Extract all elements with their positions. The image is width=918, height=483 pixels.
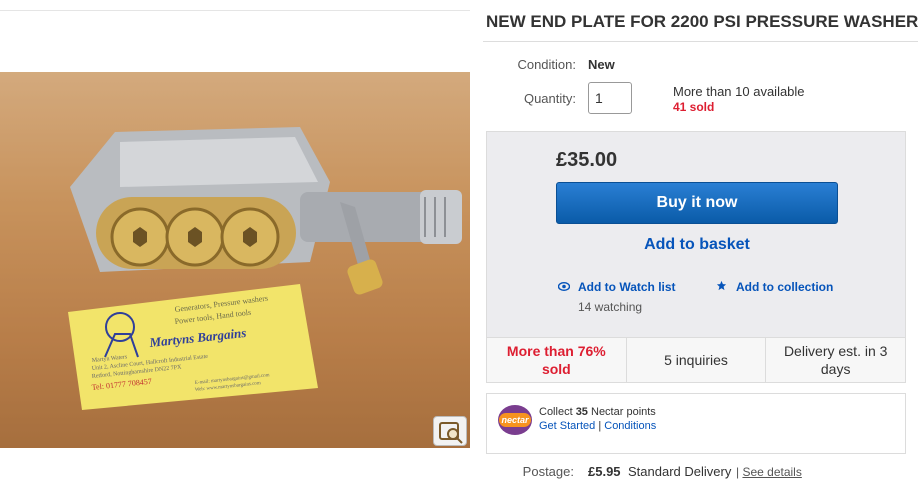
divider: [483, 41, 918, 42]
get-started-link[interactable]: Get Started: [539, 420, 595, 432]
collection-label: Add to collection: [736, 280, 834, 294]
watch-list-label: Add to Watch list: [578, 280, 676, 294]
sold-count[interactable]: 41 sold: [673, 100, 714, 114]
quantity-label: Quantity:: [523, 91, 576, 106]
condition-label: Condition:: [517, 57, 576, 72]
product-photo[interactable]: Generators, Pressure washers Power tools…: [0, 72, 470, 448]
watching-count: 14 watching: [578, 300, 643, 314]
zoom-icon[interactable]: [433, 416, 467, 446]
see-details-link[interactable]: See details: [742, 465, 801, 479]
nectar-links: Get Started | Conditions: [539, 420, 656, 432]
add-to-basket-button[interactable]: Add to basket: [556, 236, 838, 254]
end-plate-image: Generators, Pressure washers Power tools…: [0, 72, 470, 448]
add-to-collection-link[interactable]: Add to collection: [716, 280, 833, 294]
postage-separator: |: [736, 465, 740, 479]
availability-text: More than 10 available: [673, 84, 805, 99]
nectar-collect-text: Collect 35 Nectar points: [539, 406, 656, 418]
buy-it-now-button[interactable]: Buy it now: [556, 182, 838, 224]
nectar-logo: nectar: [498, 405, 532, 435]
nectar-points: 35: [575, 406, 588, 418]
image-pane: Generators, Pressure washers Power tools…: [0, 0, 470, 483]
postage-label: Postage:: [522, 464, 574, 479]
postage-method: Standard Delivery: [628, 464, 732, 479]
collect-suffix: Nectar points: [591, 406, 656, 418]
postage-details: | See details: [736, 465, 802, 479]
collect-prefix: Collect: [539, 406, 573, 418]
add-to-watch-list-link[interactable]: Add to Watch list: [557, 280, 676, 294]
delivery-estimate-stat: Delivery est. in 3 days: [783, 343, 888, 377]
item-price: £35.00: [556, 149, 618, 171]
stats-row: More than 76% sold 5 inquiries Delivery …: [487, 337, 905, 382]
postage-price: £5.95: [588, 464, 621, 479]
item-title: NEW END PLATE FOR 2200 PSI PRESSURE WASH…: [486, 12, 918, 31]
nectar-logo-text: nectar: [499, 413, 531, 427]
sold-percentage-stat: More than 76% sold: [487, 338, 627, 382]
eye-icon: [557, 282, 572, 294]
inquiries-stat: 5 inquiries: [627, 338, 767, 382]
divider: [0, 10, 470, 11]
quantity-input[interactable]: [588, 82, 632, 114]
conditions-link[interactable]: Conditions: [604, 420, 656, 432]
star-icon: [716, 280, 730, 294]
nectar-separator: |: [598, 420, 602, 432]
condition-value: New: [588, 57, 615, 72]
